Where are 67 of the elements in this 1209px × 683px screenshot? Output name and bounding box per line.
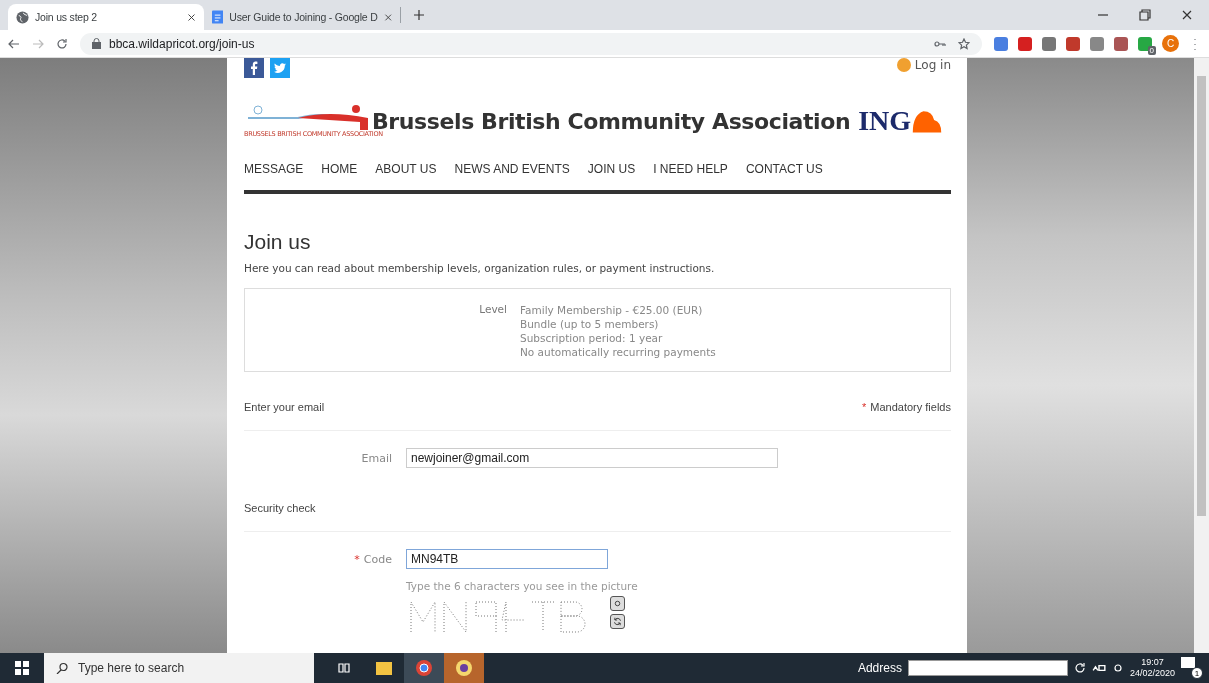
taskbar-search-box[interactable]: Type here to search	[44, 653, 314, 683]
extension-icon[interactable]	[994, 36, 1008, 51]
clock-time: 19:07	[1141, 657, 1164, 668]
scrollbar[interactable]	[1194, 58, 1209, 653]
taskbar-search-field[interactable]: Type here to search	[76, 660, 314, 676]
login-link[interactable]: Log in	[914, 58, 951, 72]
required-asterisk: *	[354, 552, 360, 566]
notification-count: 1	[1191, 667, 1203, 679]
browser-tab[interactable]: Join us step 2	[8, 4, 204, 30]
extension-badge: 0	[1147, 45, 1156, 55]
mandatory-note: Mandatory fields	[870, 401, 951, 413]
level-detail: No automatically recurring payments	[520, 345, 716, 359]
notification-icon[interactable]	[1181, 657, 1195, 670]
clock-date: 24/02/2020	[1129, 668, 1175, 679]
task-view-drawing	[338, 662, 350, 674]
extension-icon[interactable]	[1042, 36, 1056, 51]
address-toolbar-field[interactable]	[907, 660, 1068, 676]
field-label: Code	[363, 552, 392, 566]
bird-icon[interactable]	[270, 58, 290, 78]
field-label: Email	[361, 451, 392, 465]
refresh-icon	[613, 617, 622, 626]
restore-icon[interactable]	[1139, 9, 1151, 21]
intro-text: Here you can read about membership levels, organization rules, or payment instructions.	[244, 262, 716, 274]
sponsor-logo-text: ING	[858, 105, 912, 137]
close-icon[interactable]	[1181, 9, 1193, 21]
level-detail: Family Membership - €25.00 (EUR)	[520, 303, 704, 317]
user-icon	[896, 58, 911, 72]
nav-link[interactable]: I NEED HELP	[653, 162, 728, 176]
browser-tab[interactable]: User Guide to Joining - Google D	[204, 4, 400, 30]
url-text: bbca.wildapricot.org/join-us	[109, 36, 255, 51]
extension-icon[interactable]	[1018, 36, 1032, 51]
level-detail: Subscription period: 1 year	[520, 331, 664, 345]
required-asterisk: *	[862, 401, 867, 413]
address-label: Address	[857, 661, 902, 675]
nav-link[interactable]: MESSAGE	[244, 162, 304, 176]
new-tab-icon[interactable]	[413, 9, 425, 21]
nav-link[interactable]: HOME	[321, 162, 358, 176]
extension-icon[interactable]	[1114, 36, 1128, 51]
close-icon[interactable]	[187, 12, 196, 22]
input-field[interactable]: newjoiner@gmail.com	[406, 448, 778, 468]
page-heading: Join us	[244, 230, 312, 254]
audio-button[interactable]	[610, 596, 625, 611]
address-bar[interactable]: bbca.wildapricot.org/join-us	[80, 32, 982, 55]
globe-icon	[16, 10, 29, 24]
nav-link[interactable]: ABOUT US	[375, 162, 437, 176]
back-arrow-icon[interactable]	[8, 37, 20, 50]
nav-link[interactable]: NEWS AND EVENTS	[454, 162, 570, 176]
section-title: Security check	[244, 502, 316, 514]
level-detail: Bundle (up to 5 members)	[520, 317, 660, 331]
section-title: Enter your email	[244, 401, 325, 413]
lock-icon	[92, 38, 101, 49]
search-icon	[56, 662, 68, 674]
reload-icon[interactable]	[1073, 662, 1086, 674]
refresh-button[interactable]	[610, 614, 625, 629]
document-icon	[212, 10, 224, 24]
nav-link[interactable]: JOIN US	[587, 162, 636, 176]
level-label: Level	[478, 303, 508, 315]
shield-check-icon[interactable]	[1138, 36, 1152, 51]
extension-icon[interactable]	[1066, 36, 1080, 51]
input-field[interactable]: MN94TB	[406, 549, 608, 569]
star-icon[interactable]	[958, 37, 970, 50]
facebook-icon[interactable]	[244, 58, 264, 78]
shield-app-icon[interactable]	[444, 653, 484, 683]
captcha-hint: Type the 6 characters you see in the picture	[406, 580, 639, 592]
extension-icon[interactable]	[1090, 36, 1104, 51]
nav-link[interactable]: CONTACT US	[745, 162, 823, 176]
browser-app-icon[interactable]	[404, 653, 444, 683]
